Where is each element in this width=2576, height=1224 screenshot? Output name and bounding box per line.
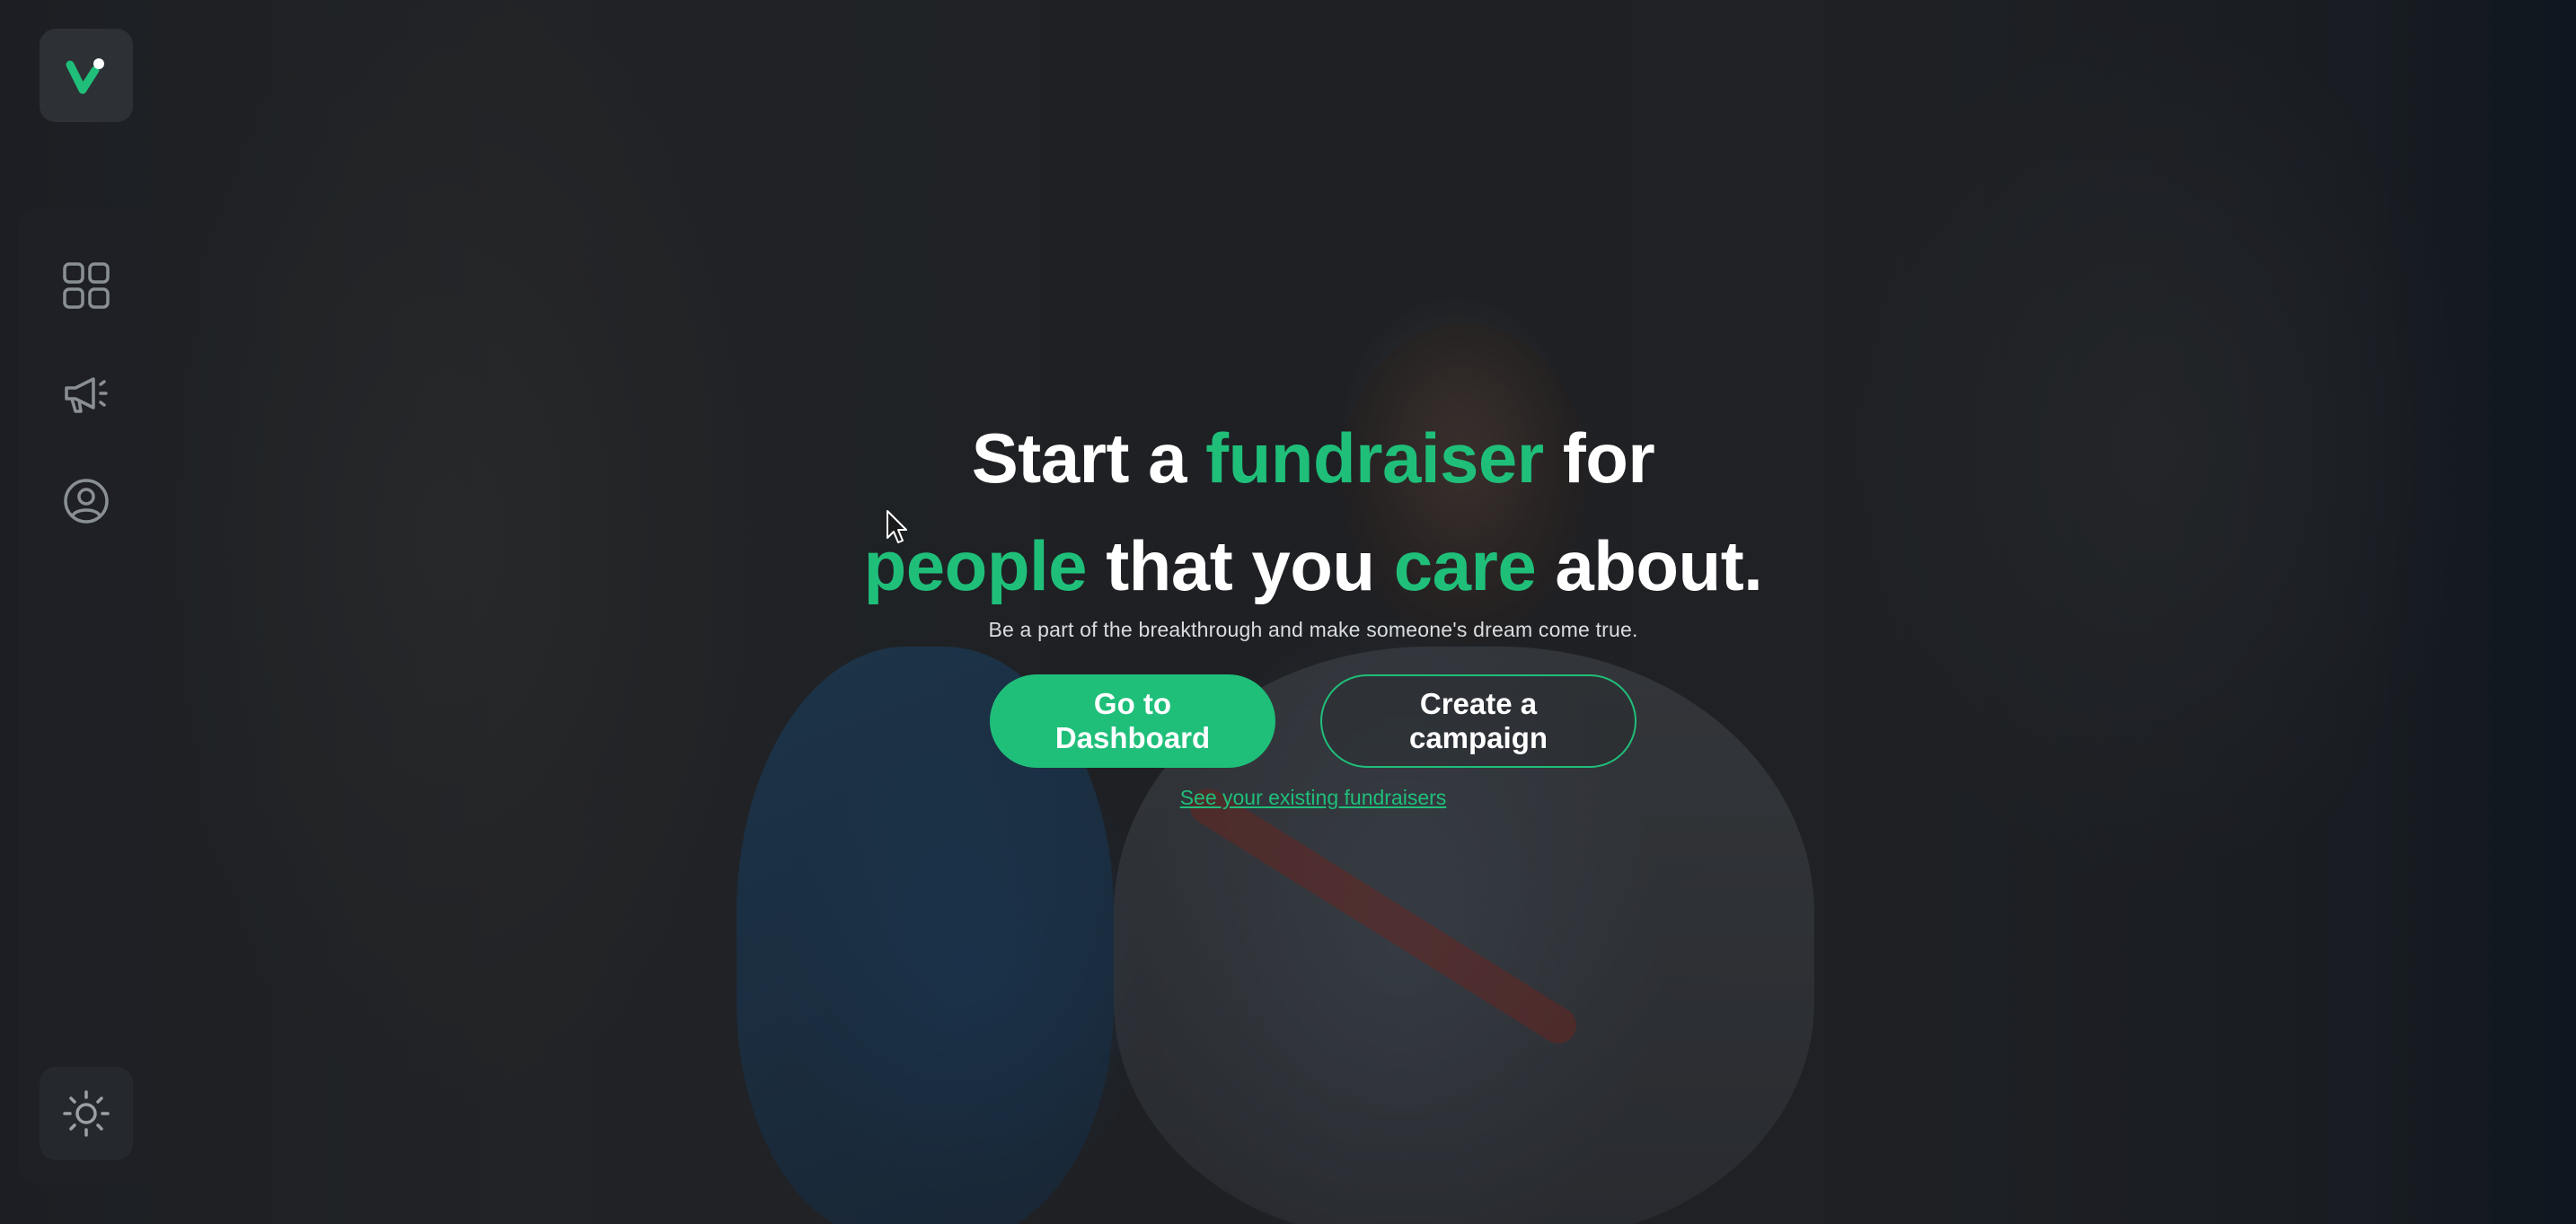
headline-text: Start a (971, 418, 1206, 498)
hero-subtitle: Be a part of the breakthrough and make s… (988, 618, 1638, 641)
headline-text: about. (1536, 526, 1763, 605)
headline-accent-word: fundraiser (1205, 418, 1544, 498)
create-campaign-button[interactable]: Create a campaign (1320, 674, 1636, 768)
logo-icon (66, 58, 104, 94)
user-circle-icon (64, 479, 109, 524)
headline-text: for (1543, 418, 1655, 498)
grid-icon (63, 262, 110, 309)
app-logo[interactable] (40, 29, 133, 122)
go-to-dashboard-button[interactable]: Go to Dashboard (990, 674, 1275, 768)
sidebar-item-dashboard[interactable] (57, 257, 115, 314)
sun-icon (63, 1090, 110, 1137)
cta-buttons: Go to Dashboard Create a campaign (808, 674, 1818, 768)
headline-line-2: people that you care about. (808, 512, 1818, 620)
hero-headline: Start a fundraiser for people that you c… (808, 404, 1818, 620)
sidebar (18, 208, 154, 1185)
sidebar-item-profile[interactable] (57, 472, 115, 530)
headline-line-1: Start a fundraiser for (808, 404, 1818, 512)
sidebar-item-campaigns[interactable] (57, 365, 115, 422)
headline-accent-word: people (863, 526, 1088, 605)
theme-toggle-button[interactable] (40, 1067, 133, 1160)
existing-fundraisers-link[interactable]: See your existing fundraisers (1180, 786, 1447, 810)
megaphone-icon (65, 377, 108, 413)
hero-section: Start a fundraiser for people that you c… (808, 404, 1818, 810)
headline-accent-word: care (1393, 526, 1537, 605)
headline-text: that you (1087, 526, 1394, 605)
